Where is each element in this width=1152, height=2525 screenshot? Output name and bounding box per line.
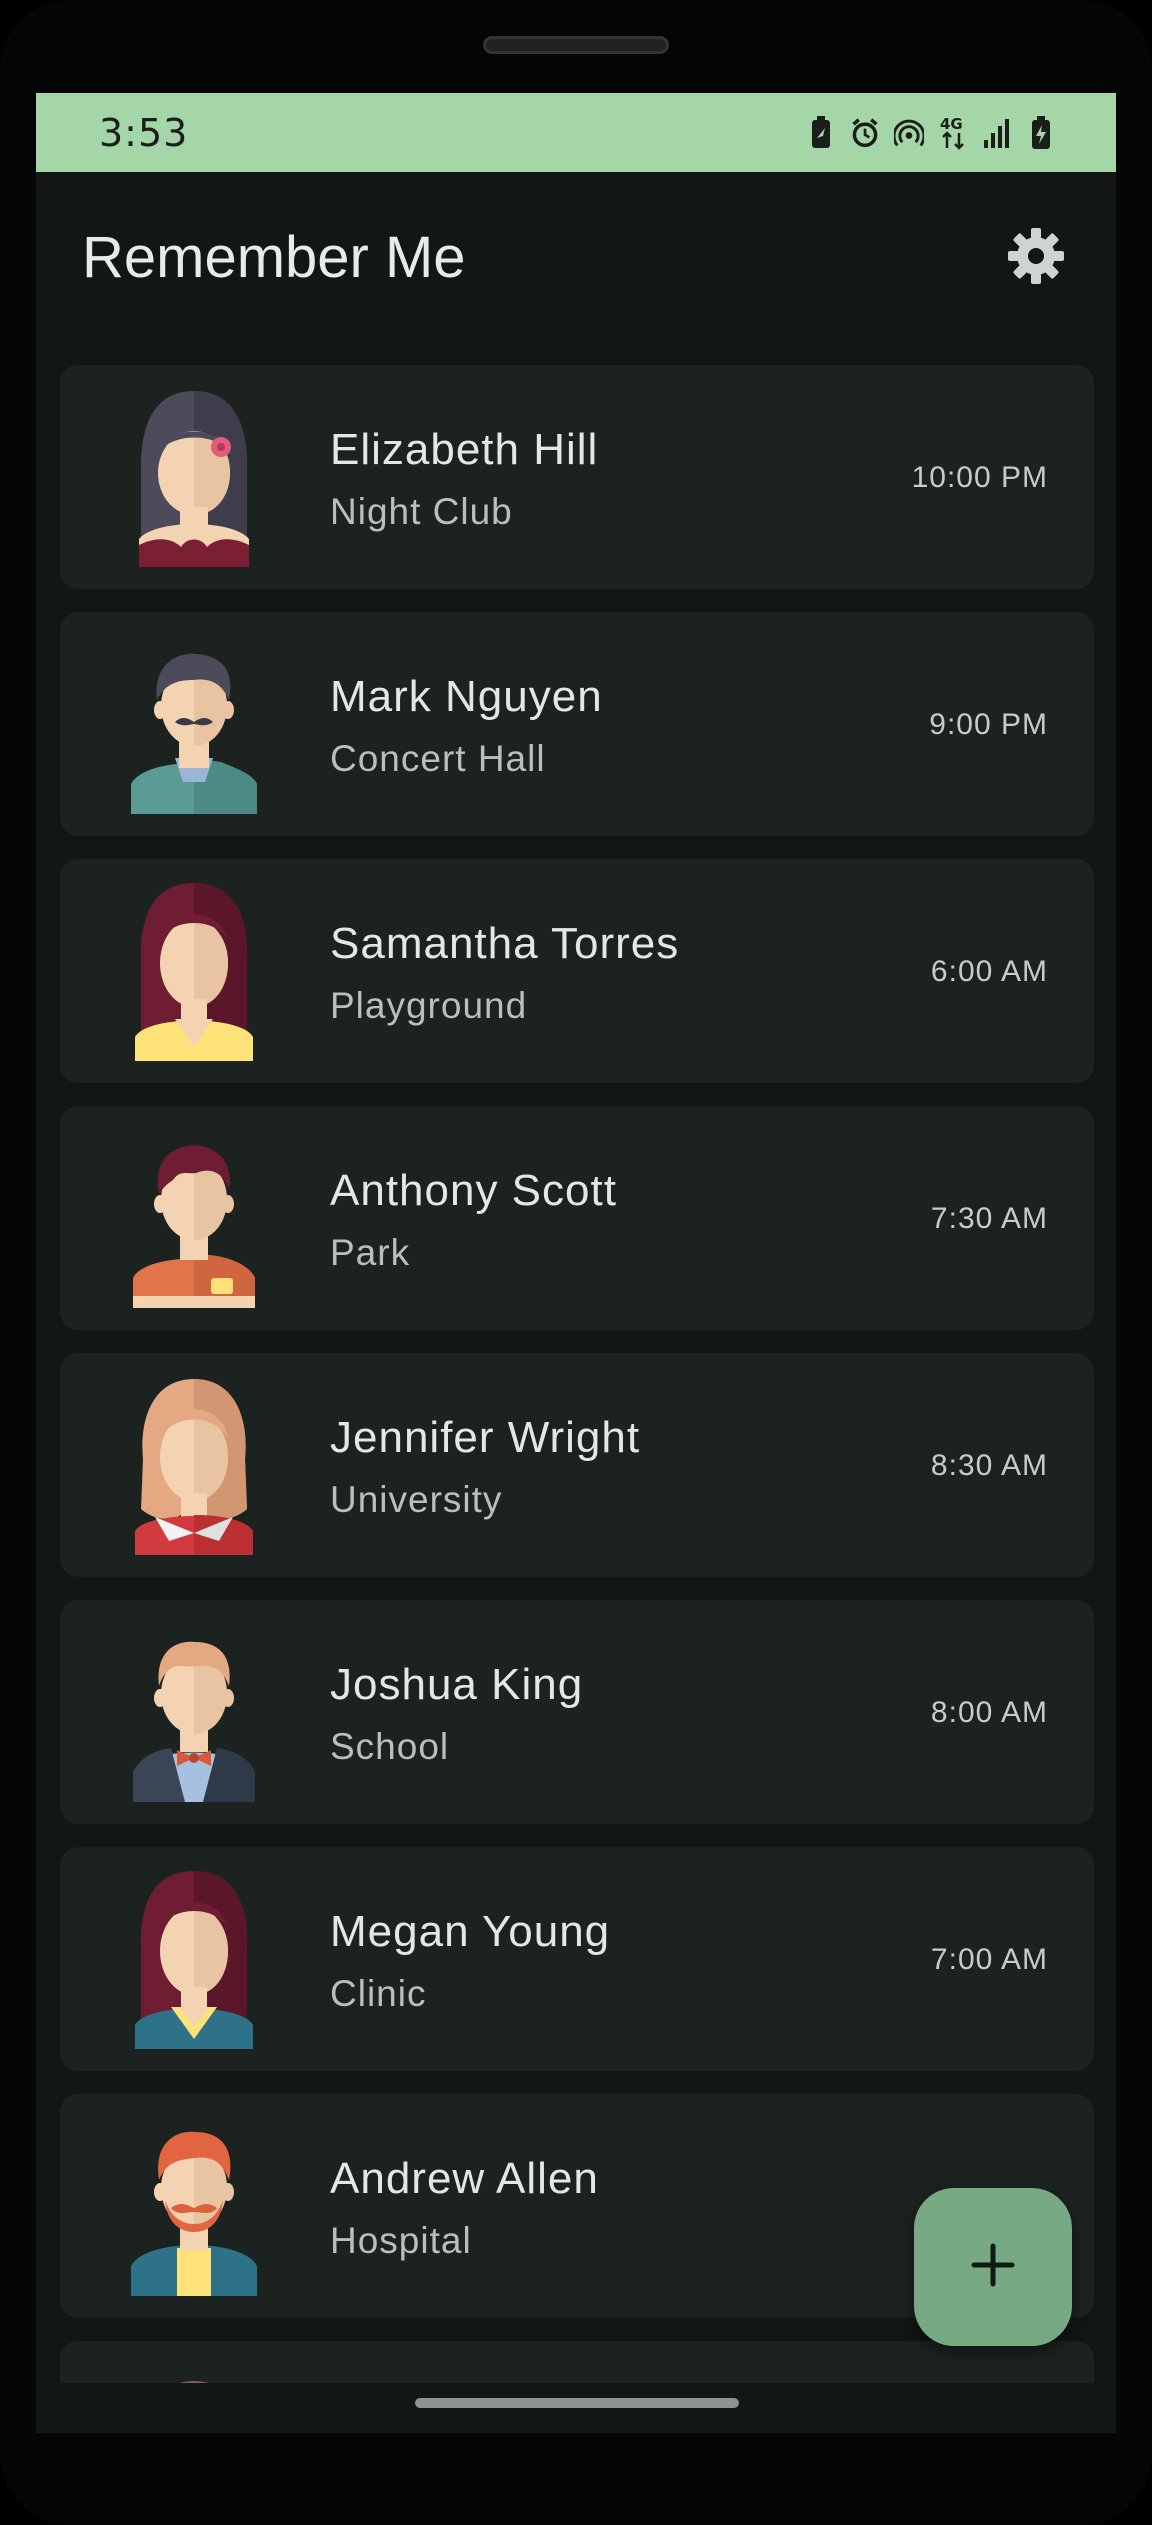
contact-place: Night Club	[330, 491, 513, 532]
plus-icon	[970, 2242, 1016, 2292]
contact-card[interactable]: Samantha Torres Playground 6:00 AM	[60, 859, 1094, 1083]
contact-name: Joshua King	[330, 1660, 584, 1709]
contact-card[interactable]: Mark Nguyen Concert Hall 9:00 PM	[60, 612, 1094, 836]
contact-time: 10:00 PM	[911, 461, 1048, 494]
contact-time: 9:00 PM	[929, 708, 1048, 741]
gesture-nav-bar	[36, 2383, 1116, 2433]
contact-time: 8:00 AM	[930, 1696, 1048, 1729]
battery-saver-icon	[806, 115, 836, 151]
avatar	[125, 1869, 263, 2049]
avatar	[125, 634, 263, 814]
avatar	[125, 1128, 263, 1308]
app-title: Remember Me	[82, 225, 466, 290]
svg-text:4G: 4G	[940, 115, 963, 133]
contact-card[interactable]: Joshua King School 8:00 AM	[60, 1600, 1094, 1824]
contact-place: Playground	[330, 985, 528, 1026]
contact-place: Park	[330, 1232, 411, 1273]
contact-place: University	[330, 1479, 503, 1520]
contact-name: Jennifer Wright	[330, 1413, 641, 1462]
contact-place: School	[330, 1726, 450, 1767]
contact-card[interactable]: Anthony Scott Park 7:30 AM	[60, 1106, 1094, 1330]
contact-card[interactable]: Elizabeth Hill Night Club 10:00 PM	[60, 365, 1094, 589]
contact-name: Elizabeth Hill	[330, 425, 599, 474]
app-screen: 3:53 4G Remember Me Elizabeth Hill Night…	[36, 93, 1116, 2433]
earpiece-speaker	[483, 36, 669, 54]
home-gesture-handle[interactable]	[415, 2398, 739, 2408]
contact-place: Clinic	[330, 1973, 427, 2014]
contact-name: Mark Nguyen	[330, 672, 603, 721]
contact-name: Megan Young	[330, 1907, 611, 1956]
avatar	[125, 387, 263, 567]
contact-card[interactable]: Megan Young Clinic 7:00 AM	[60, 1847, 1094, 2071]
contact-time: 7:30 AM	[930, 1202, 1048, 1235]
avatar	[125, 881, 263, 1061]
status-time: 3:53	[99, 111, 189, 155]
status-icons: 4G	[806, 113, 1056, 153]
avatar	[125, 1622, 263, 1802]
network-4g-icon: 4G	[938, 115, 968, 151]
signal-icon	[982, 115, 1012, 151]
battery-charging-icon	[1026, 115, 1056, 151]
avatar	[125, 2116, 263, 2296]
hotspot-icon	[894, 115, 924, 151]
add-contact-button[interactable]	[914, 2188, 1072, 2346]
alarm-icon	[850, 115, 880, 151]
contact-card[interactable]: Jennifer Wright University 8:30 AM	[60, 1353, 1094, 1577]
contact-place: Concert Hall	[330, 738, 546, 779]
contact-place: Hospital	[330, 2220, 472, 2261]
avatar	[125, 1375, 263, 1555]
contact-name: Andrew Allen	[330, 2154, 599, 2203]
settings-button[interactable]	[1004, 226, 1068, 290]
contact-time: 8:30 AM	[930, 1449, 1048, 1482]
contact-name: Samantha Torres	[330, 919, 680, 968]
contact-time: 7:00 AM	[930, 1943, 1048, 1976]
phone-frame: 3:53 4G Remember Me Elizabeth Hill Night…	[0, 0, 1152, 2525]
contact-time: 6:00 AM	[930, 955, 1048, 988]
gear-icon	[1006, 226, 1066, 290]
contact-name: Anthony Scott	[330, 1166, 617, 1215]
status-bar: 3:53 4G	[36, 93, 1116, 172]
app-bar: Remember Me	[36, 172, 1116, 322]
